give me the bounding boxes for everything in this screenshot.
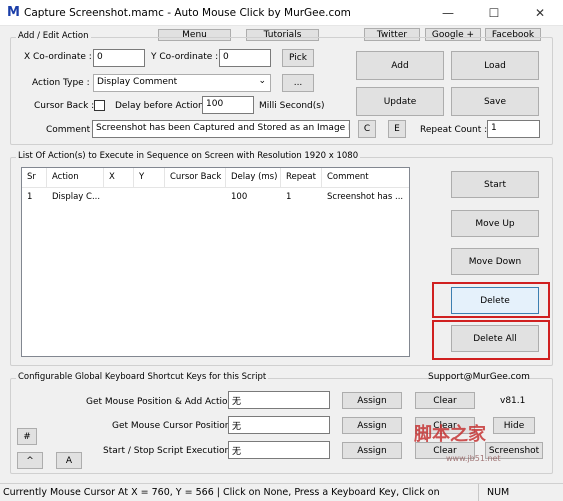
assign-button-add-action[interactable]: Assign bbox=[342, 392, 402, 409]
watermark-text: 脚本之家 bbox=[414, 424, 486, 445]
move-down-button[interactable]: Move Down bbox=[451, 248, 539, 275]
status-bar: Currently Mouse Cursor At X = 760, Y = 5… bbox=[0, 483, 563, 501]
y-coordinate-input[interactable]: 0 bbox=[219, 49, 271, 67]
support-email-link[interactable]: Support@MurGee.com bbox=[428, 372, 530, 382]
add-edit-legend: Add / Edit Action bbox=[16, 31, 91, 41]
shortcut-label-start-stop: Start / Stop Script Execution : bbox=[103, 446, 237, 456]
move-up-button[interactable]: Move Up bbox=[451, 210, 539, 237]
action-type-value: Display Comment bbox=[97, 77, 178, 87]
shortcut-label-cursor-position: Get Mouse Cursor Position : bbox=[112, 421, 237, 431]
column-header-action[interactable]: Action bbox=[47, 168, 104, 187]
action-list-legend: List Of Action(s) to Execute in Sequence… bbox=[16, 151, 361, 161]
comment-input[interactable]: Screenshot has been Captured and Stored … bbox=[92, 120, 350, 138]
x-coordinate-label: X Co-ordinate : bbox=[24, 52, 92, 62]
close-icon[interactable]: ✕ bbox=[517, 0, 563, 26]
status-text: Currently Mouse Cursor At X = 760, Y = 5… bbox=[3, 487, 440, 498]
action-type-label: Action Type : bbox=[32, 78, 90, 88]
e-button[interactable]: E bbox=[388, 120, 406, 138]
header-divider bbox=[22, 187, 409, 188]
caret-button[interactable]: ^ bbox=[17, 452, 43, 469]
action-list-table[interactable]: Sr Action X Y Cursor Back Delay (ms) Rep… bbox=[21, 167, 410, 357]
shortcut-label-add-action: Get Mouse Position & Add Action : bbox=[86, 397, 240, 407]
column-header-repeat[interactable]: Repeat bbox=[281, 168, 322, 187]
cursor-back-checkbox[interactable] bbox=[94, 100, 105, 111]
x-coordinate-input[interactable]: 0 bbox=[93, 49, 145, 67]
assign-button-start-stop[interactable]: Assign bbox=[342, 442, 402, 459]
num-lock-indicator: NUM bbox=[487, 487, 510, 498]
minimize-icon[interactable]: — bbox=[425, 0, 471, 26]
cell-repeat: 1 bbox=[286, 192, 292, 202]
hide-button[interactable]: Hide bbox=[493, 417, 535, 434]
column-header-y[interactable]: Y bbox=[134, 168, 165, 187]
delete-highlight-box bbox=[432, 282, 550, 318]
start-button[interactable]: Start bbox=[451, 171, 539, 198]
repeat-count-label: Repeat Count : bbox=[420, 125, 488, 135]
hash-button[interactable]: # bbox=[17, 428, 37, 445]
maximize-icon[interactable]: ☐ bbox=[471, 0, 517, 26]
cell-cursor-back bbox=[165, 190, 226, 204]
pick-button[interactable]: Pick bbox=[282, 49, 314, 67]
save-button[interactable]: Save bbox=[451, 87, 539, 116]
delay-unit-label: Milli Second(s) bbox=[259, 101, 325, 111]
shortcut-input-add-action[interactable]: 无 bbox=[228, 391, 330, 409]
watermark-url: www.jb51.net bbox=[446, 454, 501, 463]
load-button[interactable]: Load bbox=[451, 51, 539, 80]
cell-x bbox=[104, 190, 134, 204]
cell-action: Display C... bbox=[52, 192, 101, 202]
shortcut-input-cursor-position[interactable]: 无 bbox=[228, 416, 330, 434]
repeat-count-input[interactable]: 1 bbox=[487, 120, 540, 138]
action-type-select[interactable]: Display Comment ⌄ bbox=[93, 74, 271, 92]
y-coordinate-label: Y Co-ordinate : bbox=[151, 52, 219, 62]
column-header-sr[interactable]: Sr bbox=[22, 168, 47, 187]
action-options-button[interactable]: ... bbox=[282, 74, 314, 92]
add-button[interactable]: Add bbox=[356, 51, 444, 80]
delay-label: Delay before Action : bbox=[115, 101, 210, 111]
column-header-delay[interactable]: Delay (ms) bbox=[226, 168, 281, 187]
c-button[interactable]: C bbox=[358, 120, 376, 138]
cell-y bbox=[134, 190, 165, 204]
assign-button-cursor-position[interactable]: Assign bbox=[342, 417, 402, 434]
delete-all-highlight-box bbox=[432, 320, 550, 360]
shortcut-keys-legend: Configurable Global Keyboard Shortcut Ke… bbox=[16, 372, 269, 382]
column-header-comment[interactable]: Comment bbox=[322, 168, 410, 187]
update-button[interactable]: Update bbox=[356, 87, 444, 116]
a-button[interactable]: A bbox=[56, 452, 82, 469]
clear-button-add-action[interactable]: Clear bbox=[415, 392, 475, 409]
comment-label: Comment : bbox=[46, 125, 96, 135]
column-header-cursor-back[interactable]: Cursor Back bbox=[165, 168, 226, 187]
app-logo-icon: M bbox=[7, 5, 20, 20]
status-divider bbox=[478, 484, 479, 501]
cursor-back-label: Cursor Back : bbox=[34, 101, 95, 111]
cell-comment: Screenshot has ... bbox=[327, 192, 404, 202]
delay-input[interactable]: 100 bbox=[202, 96, 254, 114]
window-title: Capture Screenshot.mamc - Auto Mouse Cli… bbox=[24, 7, 351, 19]
table-row[interactable]: 1 Display C... 100 1 Screenshot has ... bbox=[22, 189, 409, 205]
version-label: v81.1 bbox=[500, 396, 526, 406]
shortcut-input-start-stop[interactable]: 无 bbox=[228, 441, 330, 459]
chevron-down-icon: ⌄ bbox=[258, 76, 266, 86]
column-header-x[interactable]: X bbox=[104, 168, 134, 187]
cell-delay: 100 bbox=[231, 192, 248, 202]
cell-sr: 1 bbox=[27, 192, 33, 202]
